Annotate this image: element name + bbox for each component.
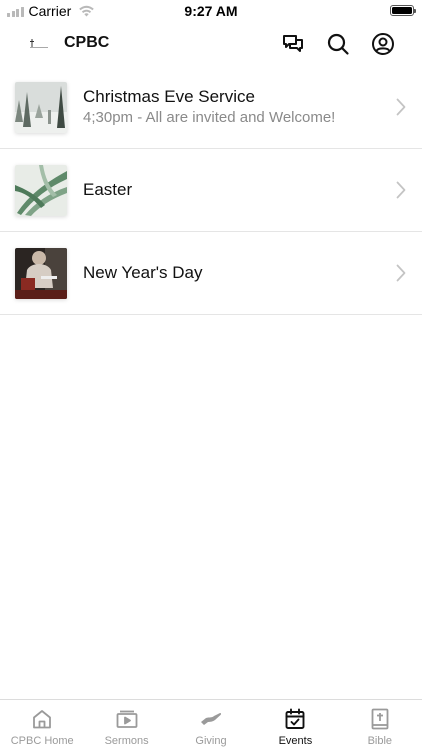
event-title: New Year's Day xyxy=(83,263,203,282)
home-icon xyxy=(33,710,52,729)
tab-label: Events xyxy=(278,735,313,747)
status-time: 9:27 AM xyxy=(184,3,238,19)
person-reading-image xyxy=(15,248,67,299)
tab-sermons[interactable]: Sermons xyxy=(84,700,168,750)
tab-label: CPBC Home xyxy=(10,735,74,747)
account-icon xyxy=(372,33,394,55)
bible-icon xyxy=(371,708,389,730)
video-icon xyxy=(116,710,138,728)
tab-bible[interactable]: Bible xyxy=(338,700,422,750)
tab-label: Giving xyxy=(195,735,227,747)
battery-icon xyxy=(390,5,416,16)
calendar-icon xyxy=(285,708,305,729)
tab-bar: CPBC Home Sermons Giving Events Bible xyxy=(0,699,422,750)
event-subtitle: 4;30pm - All are invited and Welcome! xyxy=(83,109,336,126)
chat-button[interactable] xyxy=(280,31,306,57)
palm-leaves-image xyxy=(15,165,67,216)
search-icon xyxy=(327,33,349,55)
tab-giving[interactable]: Giving xyxy=(169,700,253,750)
app-header: CPBC xyxy=(0,24,422,64)
event-row[interactable]: Christmas Eve Service 4;30pm - All are i… xyxy=(0,66,422,149)
tab-cpbc-home[interactable]: CPBC Home xyxy=(0,700,84,750)
event-title: Easter xyxy=(83,180,133,199)
event-row[interactable]: Easter xyxy=(0,149,422,232)
church-logo xyxy=(30,39,48,48)
event-thumbnail xyxy=(15,165,67,216)
event-thumbnail xyxy=(15,82,67,133)
tab-label: Bible xyxy=(367,735,393,747)
chevron-right-icon xyxy=(396,181,406,199)
hand-icon xyxy=(201,713,222,725)
event-row[interactable]: New Year's Day xyxy=(0,232,422,315)
chevron-right-icon xyxy=(396,98,406,116)
account-button[interactable] xyxy=(370,31,396,57)
event-title: Christmas Eve Service xyxy=(83,87,255,106)
snowy-forest-image xyxy=(15,82,67,133)
chevron-right-icon xyxy=(396,264,406,282)
search-button[interactable] xyxy=(325,31,351,57)
event-thumbnail xyxy=(15,248,67,299)
event-list: Christmas Eve Service 4;30pm - All are i… xyxy=(0,66,422,315)
status-bar: Carrier 9:27 AM xyxy=(0,0,422,22)
app-title: CPBC xyxy=(64,34,110,51)
screen: Carrier 9:27 AM CPBC Christmas Eve Servi… xyxy=(0,0,422,750)
chat-icon xyxy=(283,35,303,52)
tab-label: Sermons xyxy=(104,735,149,747)
tab-events[interactable]: Events xyxy=(253,700,337,750)
